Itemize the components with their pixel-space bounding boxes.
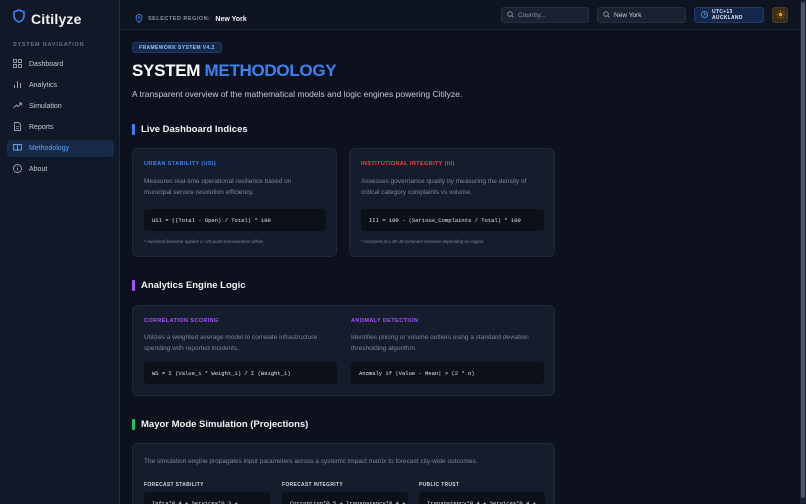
sidebar-item-label: About — [29, 166, 48, 173]
sidebar-item-reports[interactable]: Reports — [7, 119, 114, 136]
simulation-desc: The simulation engine propagates input p… — [144, 458, 478, 465]
sidebar-item-methodology[interactable]: Methodology — [7, 140, 114, 157]
formula-block: WS = Σ (Value_i * Weight_i) / Σ (Weight_… — [144, 362, 337, 384]
region-value: New York — [215, 15, 247, 23]
section-title: Mayor Mode Simulation (Projections) — [141, 419, 309, 430]
section-accent-bar — [132, 124, 135, 135]
page-title: SYSTEM METHODOLOGY — [132, 61, 337, 81]
sidebar-item-analytics[interactable]: Analytics — [7, 77, 114, 94]
card-note: * Auckland baseline applies a +20 point … — [144, 239, 265, 244]
section-dashboard-heading: Live Dashboard Indices — [132, 124, 248, 135]
map-pin-icon — [135, 10, 143, 28]
card-desc-line2: municipal service resolution efficiency. — [144, 189, 254, 196]
formula-block: Transparency*0.4 + Services*0.4 + — [419, 492, 545, 504]
card-desc-line2: thresholding algorithm. — [351, 345, 417, 352]
sidebar: Citilyze SYSTEM NAVIGATION Dashboard Ana… — [0, 0, 120, 504]
section-accent-bar — [132, 280, 135, 291]
main-content: FRAMEWORK SYSTEM V4.2 SYSTEM METHODOLOGY… — [120, 30, 800, 504]
card-note: * Clamped at a 30-40 minimum baseline de… — [361, 239, 485, 244]
theme-toggle-button[interactable] — [772, 7, 788, 23]
trend-icon — [13, 101, 22, 112]
formula-block: Infra*0.4 + Services*0.3 + — [144, 492, 270, 504]
section-title: Analytics Engine Logic — [141, 280, 246, 291]
scrollbar-thumb[interactable] — [801, 2, 805, 498]
usi-card: URBAN STABILITY (USI) Measures real-time… — [132, 148, 337, 257]
card-desc-line1: Identifies pricing or volume outliers us… — [351, 334, 529, 341]
analytics-card: CORRELATION SCORING Utilizes a weighted … — [132, 305, 555, 396]
page-subtitle: A transparent overview of the mathematic… — [132, 89, 463, 99]
column-label: FORECAST INTEGRITY — [282, 482, 343, 488]
search-icon — [603, 10, 610, 20]
iii-card: INSTITUTIONAL INTEGRITY (III) Assesses g… — [349, 148, 555, 257]
section-title: Live Dashboard Indices — [141, 124, 248, 135]
section-analytics-heading: Analytics Engine Logic — [132, 280, 246, 291]
page-title-part1: SYSTEM — [132, 61, 201, 80]
sidebar-item-label: Reports — [29, 124, 54, 131]
page-title-part2: METHODOLOGY — [204, 61, 337, 80]
formula-block: III = 100 - (Serious_Complaints / Total)… — [361, 209, 544, 231]
book-icon — [13, 143, 22, 154]
country-search-input[interactable] — [518, 11, 578, 19]
card-desc-line1: Assesses governance quality by measuring… — [361, 178, 527, 185]
grid-icon — [13, 59, 22, 70]
app-name: Citilyze — [31, 10, 82, 27]
region-label: SELECTED REGION: — [148, 16, 211, 22]
city-search-input[interactable] — [614, 11, 674, 19]
formula-block: Corruption*0.5 + Transparency*0.4 + — [282, 492, 408, 504]
card-label: CORRELATION SCORING — [144, 318, 219, 324]
sidebar-item-label: Simulation — [29, 103, 62, 110]
sidebar-item-label: Dashboard — [29, 61, 64, 68]
card-desc-line1: Measures real-time operational resilienc… — [144, 178, 292, 185]
card-label: ANOMALY DETECTION — [351, 318, 419, 324]
sidebar-item-about[interactable]: About — [7, 161, 114, 178]
sidebar-nav: Dashboard Analytics Simulation Reports M… — [7, 56, 114, 182]
shield-logo-icon — [13, 9, 25, 28]
nav-heading: SYSTEM NAVIGATION — [13, 42, 85, 48]
column-label: PUBLIC TRUST — [419, 482, 460, 488]
topbar: SELECTED REGION: New York UTC+13 AUCKLAN… — [120, 0, 800, 30]
app-logo[interactable]: Citilyze — [13, 9, 82, 28]
section-simulation-heading: Mayor Mode Simulation (Projections) — [132, 419, 308, 430]
search-icon — [507, 10, 514, 20]
formula-block: USI = ((Total - Open) / Total) * 100 — [144, 209, 326, 231]
timezone-button[interactable]: UTC+13 AUCKLAND — [694, 7, 764, 23]
bar-chart-icon — [13, 80, 22, 91]
card-desc-line2: critical category complaints vs volume. — [361, 189, 472, 196]
card-label: URBAN STABILITY (USI) — [144, 161, 217, 167]
framework-badge: FRAMEWORK SYSTEM V4.2 — [132, 42, 222, 53]
city-search[interactable] — [597, 7, 686, 23]
card-desc-line2: spending with reported incidents. — [144, 345, 240, 352]
formula-block: Anomaly if |Value - Mean| > (2 * σ) — [351, 362, 544, 384]
selected-region: SELECTED REGION: New York — [135, 10, 247, 28]
sun-icon — [775, 6, 785, 24]
sidebar-item-dashboard[interactable]: Dashboard — [7, 56, 114, 73]
country-search[interactable] — [501, 7, 589, 23]
document-icon — [13, 122, 22, 133]
sidebar-item-label: Methodology — [29, 145, 70, 152]
section-accent-bar — [132, 419, 135, 430]
column-label: FORECAST STABILITY — [144, 482, 204, 488]
timezone-label: UTC+13 AUCKLAND — [712, 9, 743, 21]
clock-icon — [701, 10, 708, 20]
sidebar-item-simulation[interactable]: Simulation — [7, 98, 114, 115]
sidebar-item-label: Analytics — [29, 82, 58, 89]
simulation-card: The simulation engine propagates input p… — [132, 443, 555, 504]
info-icon — [13, 164, 22, 175]
card-label: INSTITUTIONAL INTEGRITY (III) — [361, 161, 455, 167]
card-desc-line1: Utilizes a weighted average model to cor… — [144, 334, 318, 341]
